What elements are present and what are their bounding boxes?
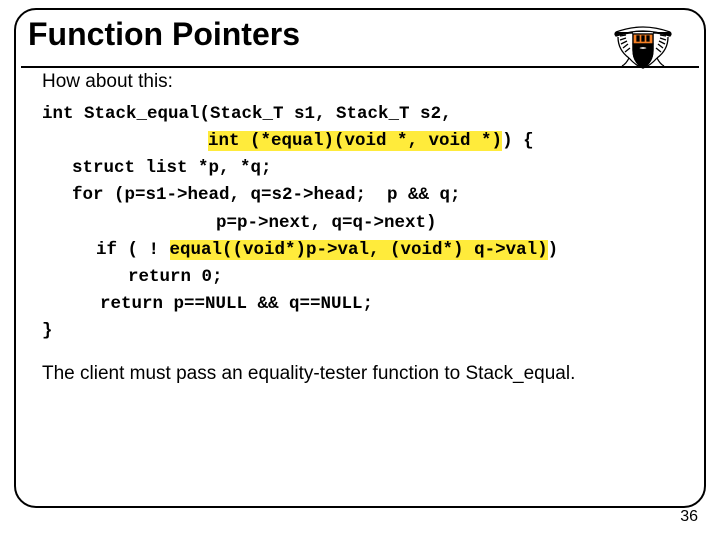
code-line: return p==NULL && q==NULL; xyxy=(100,294,373,314)
footnote-text: The client must pass an equality-tester … xyxy=(42,363,682,385)
code-line: p=p->next, q=q->next) xyxy=(216,213,437,233)
code-text: ) { xyxy=(502,131,534,151)
slide-body: How about this: int Stack_equal(Stack_T … xyxy=(16,53,704,385)
code-line: int Stack_equal(Stack_T s1, Stack_T s2, xyxy=(42,104,452,124)
code-text: if ( ! xyxy=(96,240,170,260)
page-number: 36 xyxy=(680,508,698,526)
code-line: for (p=s1->head, q=s2->head; p && q; xyxy=(72,185,461,205)
title-bar: Function Pointers xyxy=(16,16,704,53)
code-highlight-fnptr: int (*equal)(void *, void *) xyxy=(208,131,502,151)
code-highlight-call: equal((void*)p->val, (void*) q->val) xyxy=(170,240,548,260)
slide-title: Function Pointers xyxy=(28,16,704,53)
code-line: struct list *p, *q; xyxy=(72,158,272,178)
title-underline xyxy=(21,66,699,68)
slide-frame: Function Pointers xyxy=(14,8,706,508)
code-line: return 0; xyxy=(128,267,223,287)
intro-text: How about this: xyxy=(42,71,682,93)
code-line: } xyxy=(42,321,53,341)
code-block: int Stack_equal(Stack_T s1, Stack_T s2, … xyxy=(42,101,682,345)
princeton-shield-icon xyxy=(612,26,674,75)
code-text: ) xyxy=(548,240,559,260)
